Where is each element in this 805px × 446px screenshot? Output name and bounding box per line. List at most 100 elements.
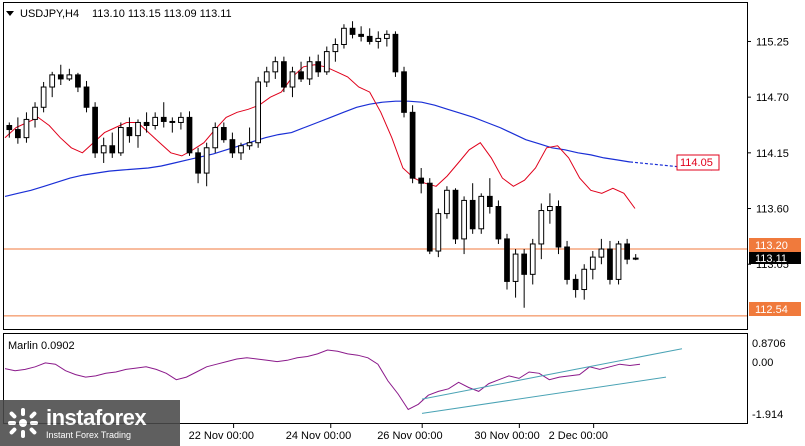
bear-candle [401,71,407,113]
bull-candle [598,248,605,258]
bull-candle [615,243,622,280]
bull-candle [512,253,519,282]
time-tick-label: 2 Dec 00:00 [549,430,608,442]
level-high-text: 113.20 [755,240,788,252]
bear-candle [298,71,304,80]
price-panel [3,2,748,330]
bull-candle [289,71,296,88]
indicator-label: Marlin 0.0902 [8,340,75,352]
watermark-tagline: Instant Forex Trading [46,429,132,440]
bull-candle [135,121,141,137]
bear-candle [143,121,150,127]
bull-candle [212,127,219,149]
level-low-text: 112.54 [755,304,788,316]
bull-candle [306,61,313,80]
bull-candle [547,206,553,212]
bull-candle [341,27,347,45]
bear-candle [169,120,176,123]
time-axis: 22 Nov 00:00 24 Nov 00:00 26 Nov 00:00 30 N… [189,424,608,442]
watermark: instaforex Instant Forex Trading [0,400,180,446]
ohlc-values: 113.10 113.15 113.09 113.11 [92,8,232,20]
bear-candle [521,253,528,275]
bull-candle [246,142,253,147]
bear-candle [349,27,356,35]
bull-candle [263,71,270,83]
chart-area: 115.25114.70114.15113.60113.05 22 Nov 00… [3,2,801,442]
bear-candle [195,152,201,174]
bear-candle [366,35,373,42]
bear-candle [315,61,322,73]
bull-candle [478,195,485,230]
price-tick-label: 114.70 [756,92,789,104]
bull-candle [49,74,56,88]
bear-candle [504,238,510,282]
bear-candle [426,182,433,252]
bear-candle [452,189,459,240]
bear-candle [109,145,116,154]
bull-candle [383,33,390,39]
bull-candle [332,44,339,53]
bear-candle [57,74,64,80]
price-tick-label: 115.25 [756,36,789,48]
price-tick-label: 113.60 [756,204,789,216]
bear-candle [418,177,425,184]
time-tick-label: 24 Nov 00:00 [286,430,351,442]
bull-candle [375,37,382,42]
bear-candle [358,33,364,37]
bull-candle [152,116,159,127]
bull-candle [40,86,47,108]
bull-candle [435,213,442,252]
bear-candle [126,127,133,137]
bear-candle [220,127,227,141]
bear-candle [15,129,21,139]
bear-candle [75,74,81,88]
bull-candle [632,257,639,260]
bull-candle [589,256,596,270]
instaforex-logo-icon [6,406,40,440]
bear-candle [555,206,562,248]
osc-tick-high: 0.8706 [752,338,786,350]
bull-candle [100,145,107,154]
bull-candle [529,243,536,275]
time-tick-label: 22 Nov 00:00 [189,430,254,442]
bear-candle [409,111,416,179]
bear-candle [469,199,476,230]
bull-candle [581,268,588,291]
bull-candle [272,61,279,73]
bear-candle [624,243,630,260]
bear-candle [186,116,193,154]
bear-candle [160,116,167,122]
bear-candle [495,206,502,240]
price-tick-label: 114.15 [756,148,789,160]
bull-candle [178,116,184,123]
osc-tick-low: -1.914 [752,409,783,421]
bear-candle [6,125,13,131]
bear-candle [572,278,579,291]
osc-tick-zero: 0.00 [752,357,773,369]
ma-value-text: 114.05 [680,157,713,169]
last-price-text: 113.11 [755,253,787,265]
bear-candle [392,33,399,73]
bull-candle [323,51,330,73]
bear-candle [229,139,236,154]
bear-candle [564,246,570,280]
bull-candle [203,147,210,174]
price-axis: 115.25114.70114.15113.60113.05 [747,36,789,271]
bull-candle [444,189,450,215]
time-tick-label: 30 Nov 00:00 [474,430,539,442]
bear-candle [92,106,98,154]
bear-candle [486,195,493,207]
bear-candle [83,86,90,108]
bull-candle [66,74,73,80]
bull-candle [32,106,38,120]
watermark-brand: instaforex [46,404,147,430]
time-tick-label: 26 Nov 00:00 [377,430,442,442]
bull-candle [117,127,124,154]
bull-candle [255,81,262,144]
bull-candle [538,210,545,245]
bear-candle [281,61,287,88]
bear-candle [607,248,613,280]
bull-candle [461,199,467,240]
bull-candle [238,145,244,154]
symbol-label: USDJPY,H4 [20,8,79,20]
